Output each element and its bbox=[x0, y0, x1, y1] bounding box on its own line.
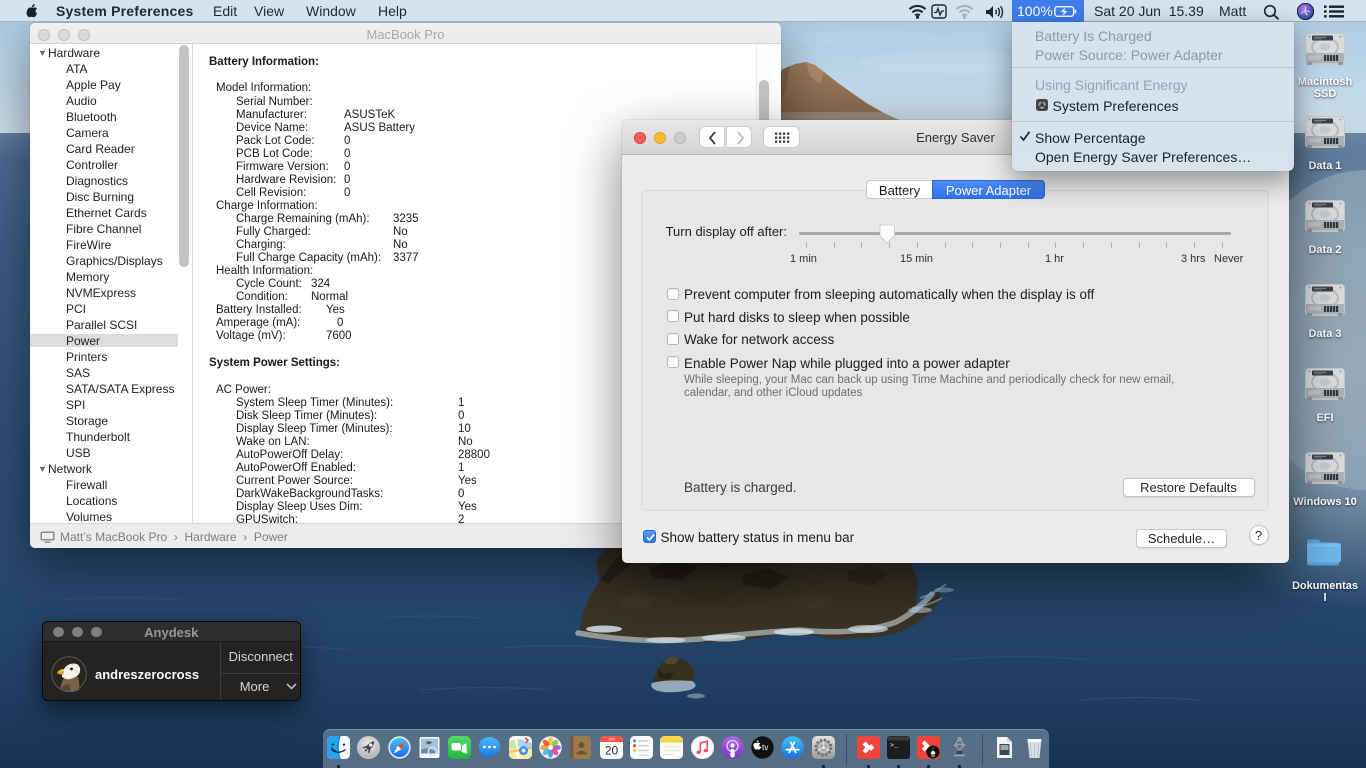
svg-text:20: 20 bbox=[605, 744, 619, 758]
svg-text:tv: tv bbox=[762, 743, 769, 752]
svg-text:JUN: JUN bbox=[608, 738, 615, 742]
svg-text:>_: >_ bbox=[890, 742, 898, 749]
